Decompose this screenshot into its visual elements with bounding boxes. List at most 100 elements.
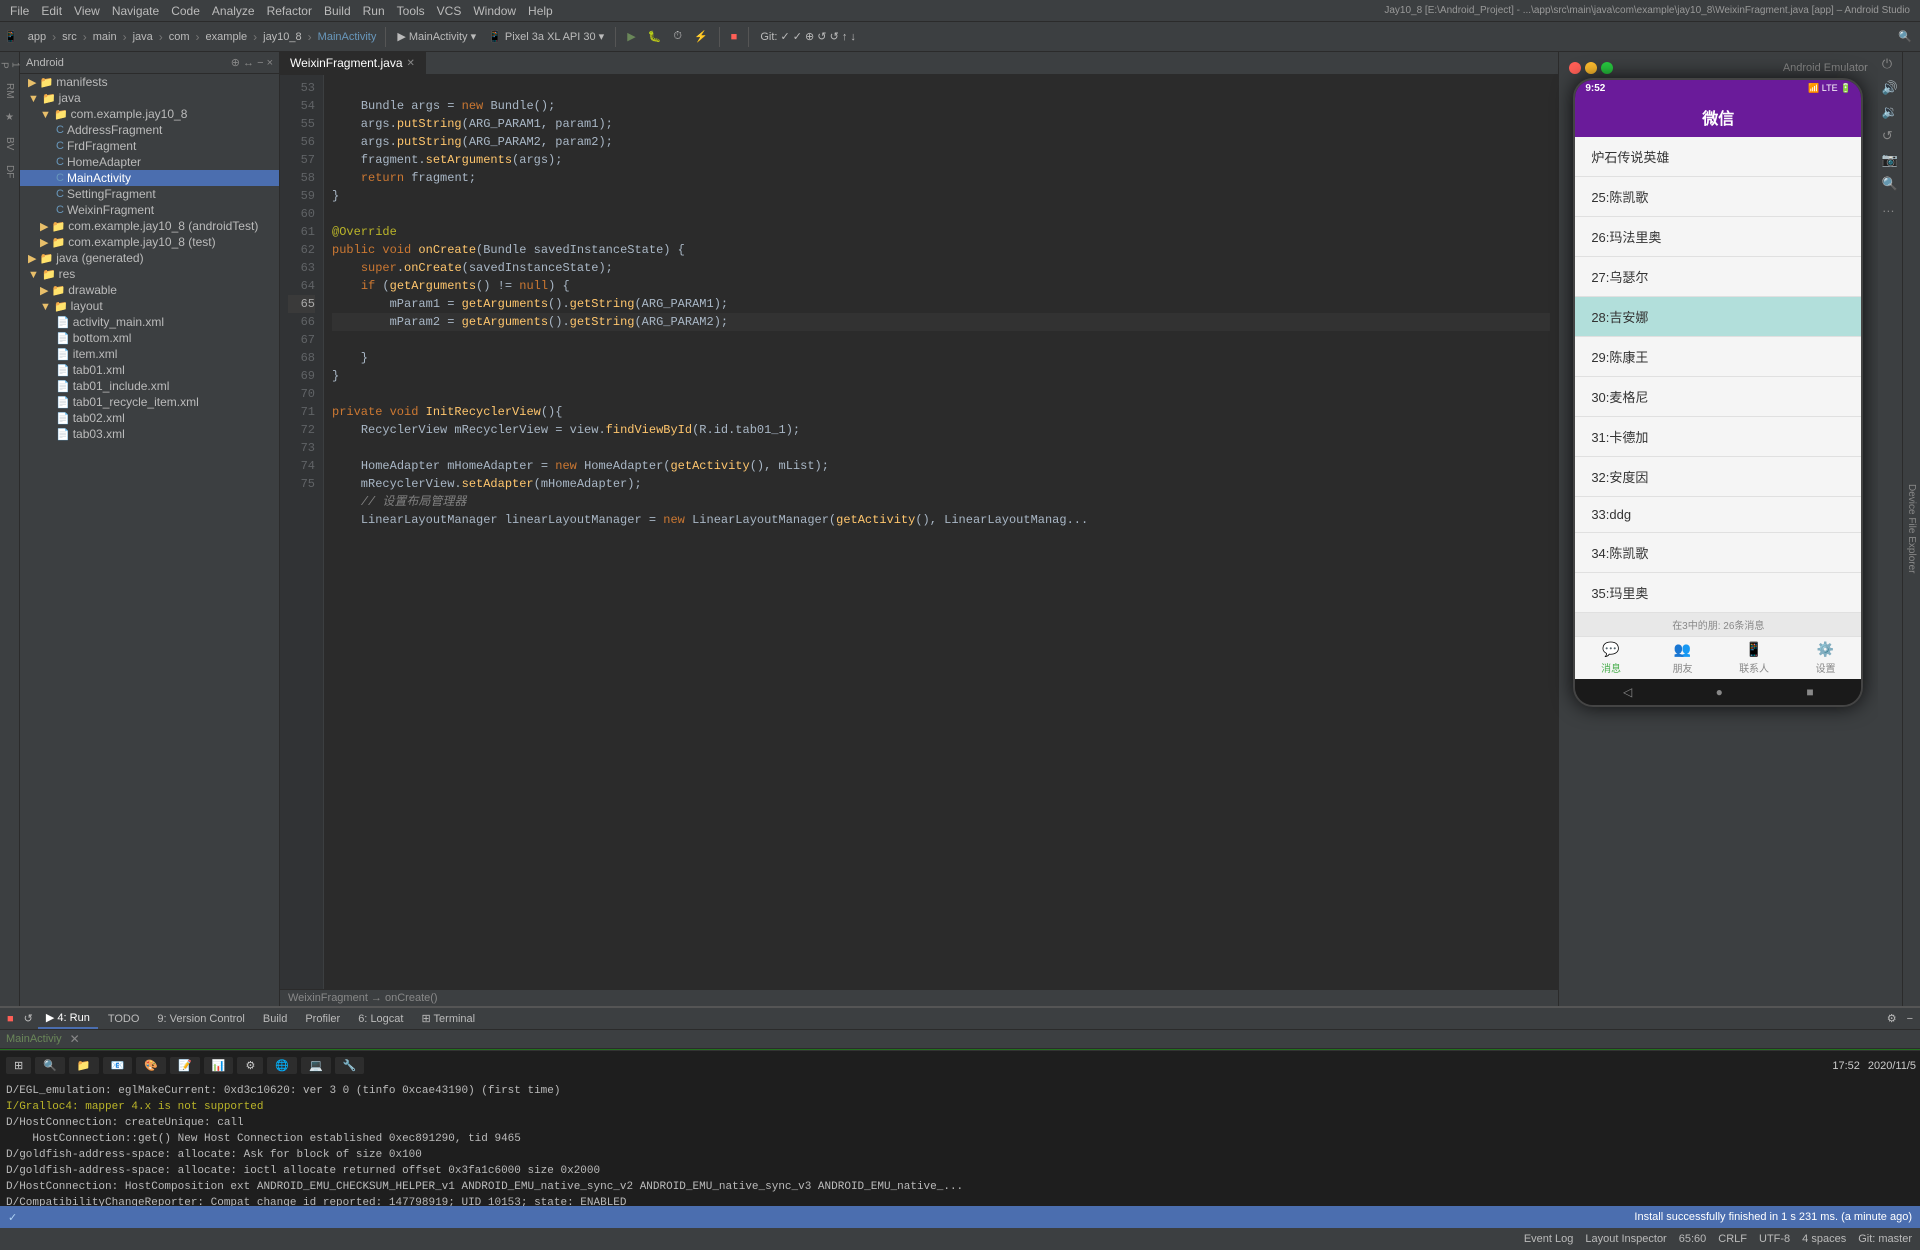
list-item[interactable]: 32:安度因 — [1575, 457, 1861, 497]
tree-item-android-test[interactable]: ▶ 📁 com.example.jay10_8 (androidTest) — [20, 218, 279, 234]
phone-tab-friends[interactable]: 👥 朋友 — [1647, 641, 1719, 675]
list-item[interactable]: 26:玛法里奥 — [1575, 217, 1861, 257]
breadcrumb-package[interactable]: jay10_8 — [261, 31, 304, 43]
phone-content[interactable]: 炉石传说英雄 25:陈凯歌 26:玛法里奥 27:乌瑟尔 28:吉安娜 29:陈… — [1575, 137, 1861, 613]
menu-item-build[interactable]: Build — [318, 4, 357, 18]
tree-item-java[interactable]: ▼ 📁 java — [20, 90, 279, 106]
event-log-link[interactable]: Event Log — [1524, 1233, 1574, 1245]
volume-up-icon[interactable]: 🔊 — [1882, 80, 1898, 96]
run-tab-close[interactable]: ✕ — [70, 1032, 80, 1046]
menu-item-help[interactable]: Help — [522, 4, 559, 18]
resource-manager-icon[interactable]: RM — [2, 77, 17, 105]
phone-tab-messages[interactable]: 💬 消息 — [1575, 641, 1647, 675]
bottom-tab-todo[interactable]: TODO — [100, 1010, 148, 1028]
run-stop-button[interactable]: ■ — [4, 1011, 17, 1026]
bottom-tab-profiler[interactable]: Profiler — [297, 1010, 348, 1028]
build-run-button[interactable]: ▶ — [623, 28, 639, 45]
indent-indicator[interactable]: 4 spaces — [1802, 1233, 1846, 1245]
bottom-tab-version-control[interactable]: 9: Version Control — [149, 1010, 252, 1028]
taskbar-app-1[interactable]: 📁 — [69, 1057, 99, 1074]
list-item[interactable]: 27:乌瑟尔 — [1575, 257, 1861, 297]
start-button[interactable]: ⊞ — [6, 1057, 31, 1074]
taskbar-app-9[interactable]: 🔧 — [335, 1057, 365, 1074]
editor-tab-weixin[interactable]: WeixinFragment.java ✕ — [280, 52, 426, 74]
list-item[interactable]: 33:ddg — [1575, 497, 1861, 533]
tree-item-layout[interactable]: ▼ 📁 layout — [20, 298, 279, 314]
taskbar-app-4[interactable]: 📝 — [170, 1057, 200, 1074]
tab-close-icon[interactable]: ✕ — [407, 58, 415, 69]
profile-button[interactable]: ⏱ — [669, 28, 686, 45]
bottom-tab-logcat[interactable]: 6: Logcat — [350, 1010, 411, 1028]
layout-inspector-link[interactable]: Layout Inspector — [1585, 1233, 1666, 1245]
breadcrumb-src[interactable]: src — [60, 31, 79, 43]
breadcrumb-java[interactable]: java — [131, 31, 155, 43]
taskbar-app-7[interactable]: 🌐 — [267, 1057, 297, 1074]
menu-item-analyze[interactable]: Analyze — [206, 4, 261, 18]
device-file-explorer-icon[interactable]: DF — [2, 159, 17, 184]
rotate-icon[interactable]: ↺ — [1882, 128, 1898, 144]
list-item[interactable]: 31:卡德加 — [1575, 417, 1861, 457]
search-taskbar-button[interactable]: 🔍 — [35, 1057, 65, 1074]
list-item[interactable]: 30:麦格尼 — [1575, 377, 1861, 417]
apply-changes-button[interactable]: ⚡ — [690, 28, 712, 45]
emulator-maximize-button[interactable] — [1601, 62, 1613, 74]
breadcrumb-example[interactable]: example — [204, 31, 250, 43]
taskbar-app-8[interactable]: 💻 — [301, 1057, 331, 1074]
breadcrumb-main[interactable]: main — [91, 31, 119, 43]
tree-item-package[interactable]: ▼ 📁 com.example.jay10_8 — [20, 106, 279, 122]
breadcrumb-app[interactable]: app — [26, 31, 48, 43]
collapse-icon[interactable]: − — [1904, 1011, 1916, 1026]
menu-item-refactor[interactable]: Refactor — [261, 4, 318, 18]
line-ending-indicator[interactable]: CRLF — [1718, 1233, 1747, 1245]
tree-item-setting-fragment[interactable]: C SettingFragment — [20, 186, 279, 202]
list-item[interactable]: 34:陈凯歌 — [1575, 533, 1861, 573]
tree-item-weixin-fragment[interactable]: C WeixinFragment — [20, 202, 279, 218]
list-item[interactable]: 25:陈凯歌 — [1575, 177, 1861, 217]
debug-button[interactable]: 🐛 — [644, 28, 666, 45]
breadcrumb-com[interactable]: com — [167, 31, 192, 43]
phone-recents-button[interactable]: ■ — [1806, 685, 1813, 699]
emulator-minimize-button[interactable] — [1585, 62, 1597, 74]
tree-item-manifests[interactable]: ▶ 📁 manifests — [20, 74, 279, 90]
menu-item-code[interactable]: Code — [165, 4, 206, 18]
run-config-dropdown[interactable]: ▶ MainActivity ▾ — [393, 28, 480, 45]
taskbar-app-2[interactable]: 📧 — [103, 1057, 133, 1074]
tree-item-tab03-xml[interactable]: 📄 tab03.xml — [20, 426, 279, 442]
volume-down-icon[interactable]: 🔉 — [1882, 104, 1898, 120]
tree-item-address-fragment[interactable]: C AddressFragment — [20, 122, 279, 138]
taskbar-app-3[interactable]: 🎨 — [136, 1057, 166, 1074]
tree-item-test[interactable]: ▶ 📁 com.example.jay10_8 (test) — [20, 234, 279, 250]
search-everywhere-button[interactable]: 🔍 — [1894, 28, 1916, 45]
code-editor[interactable]: 53 54 55 56 57 58 59 60 61 62 63 64 65 6… — [280, 75, 1558, 989]
breadcrumb-activity[interactable]: MainActivity — [316, 31, 379, 43]
code-content[interactable]: Bundle args = new Bundle(); args.putStri… — [324, 75, 1558, 989]
device-dropdown[interactable]: 📱 Pixel 3a XL API 30 ▾ — [484, 28, 608, 45]
tree-item-activity-main[interactable]: 📄 activity_main.xml — [20, 314, 279, 330]
tree-item-tab01-include-xml[interactable]: 📄 tab01_include.xml — [20, 378, 279, 394]
screenshot-icon[interactable]: 📷 — [1882, 152, 1898, 168]
tree-item-main-activity[interactable]: C MainActivity — [20, 170, 279, 186]
taskbar-app-5[interactable]: 📊 — [204, 1057, 234, 1074]
run-rerun-button[interactable]: ↺ — [21, 1011, 36, 1026]
more-icon[interactable]: … — [1882, 200, 1898, 215]
vcs-branch-indicator[interactable]: Git: master — [1858, 1233, 1912, 1245]
taskbar-app-6[interactable]: ⚙ — [237, 1057, 263, 1074]
list-item[interactable]: 29:陈康王 — [1575, 337, 1861, 377]
tree-item-item-xml[interactable]: 📄 item.xml — [20, 346, 279, 362]
phone-back-button[interactable]: ◁ — [1623, 685, 1632, 699]
bottom-tab-terminal[interactable]: ⊞ Terminal — [413, 1009, 483, 1028]
list-item[interactable]: 炉石传说英雄 — [1575, 137, 1861, 177]
menu-item-file[interactable]: File — [4, 4, 35, 18]
device-file-explorer-tab[interactable]: Device File Explorer — [1902, 52, 1920, 1006]
phone-tab-contacts[interactable]: 📱 联系人 — [1718, 641, 1790, 675]
encoding-indicator[interactable]: UTF-8 — [1759, 1233, 1790, 1245]
tree-item-drawable[interactable]: ▶ 📁 drawable — [20, 282, 279, 298]
tree-item-tab01-recycle-xml[interactable]: 📄 tab01_recycle_item.xml — [20, 394, 279, 410]
tree-item-tab01-xml[interactable]: 📄 tab01.xml — [20, 362, 279, 378]
settings-gear-icon[interactable]: ⚙ — [1884, 1011, 1900, 1026]
emulator-close-button[interactable] — [1569, 62, 1581, 74]
menu-item-edit[interactable]: Edit — [35, 4, 68, 18]
bottom-tab-run[interactable]: ▶ 4: Run — [38, 1008, 98, 1029]
tree-item-java-generated[interactable]: ▶ 📁 java (generated) — [20, 250, 279, 266]
bottom-tab-build[interactable]: Build — [255, 1010, 295, 1028]
